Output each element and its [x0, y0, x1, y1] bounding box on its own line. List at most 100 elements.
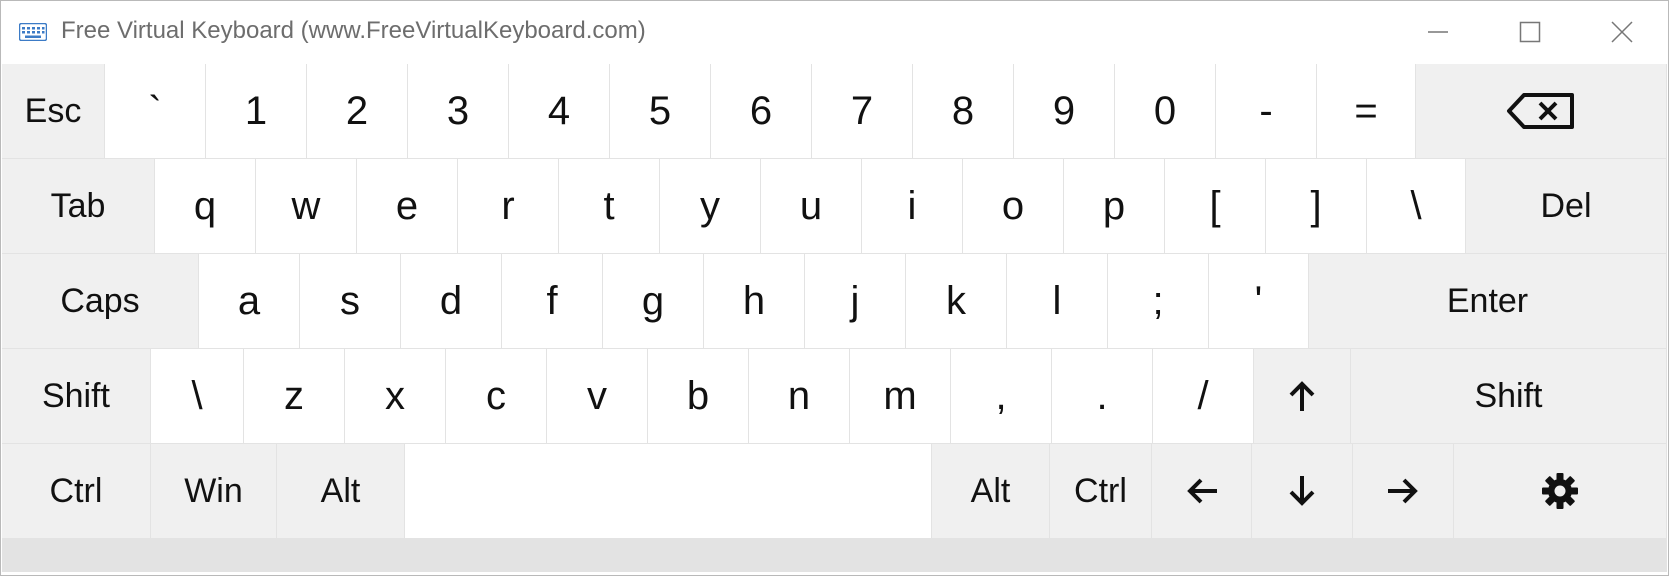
key-o[interactable]: o — [963, 159, 1063, 253]
key-right-bracket[interactable]: ] — [1266, 159, 1366, 253]
key-label: 2 — [345, 88, 369, 133]
key-r[interactable]: r — [458, 159, 558, 253]
close-button[interactable] — [1576, 1, 1668, 63]
key-m[interactable]: m — [850, 349, 950, 443]
key-ctrl[interactable]: Ctrl — [1050, 444, 1151, 538]
key-label: 1 — [244, 88, 268, 133]
key-caps[interactable]: Caps — [2, 254, 198, 348]
key-f[interactable]: f — [502, 254, 602, 348]
key-esc[interactable]: Esc — [2, 64, 104, 158]
arrow-up-key[interactable] — [1254, 349, 1350, 443]
minimize-icon — [1428, 31, 1448, 33]
key-s[interactable]: s — [300, 254, 400, 348]
key-label: k — [946, 278, 966, 323]
key-label: q — [193, 183, 217, 228]
key-backtick[interactable]: ` — [105, 64, 205, 158]
key-label: Ctrl — [49, 471, 103, 510]
key-x[interactable]: x — [345, 349, 445, 443]
key-enter[interactable]: Enter — [1309, 254, 1666, 348]
key-label: / — [1197, 373, 1209, 418]
backspace-icon — [1506, 92, 1576, 130]
key-g[interactable]: g — [603, 254, 703, 348]
key-label: ; — [1152, 278, 1164, 323]
key-equals[interactable]: = — [1317, 64, 1415, 158]
key-l[interactable]: l — [1007, 254, 1107, 348]
backspace-key[interactable] — [1416, 64, 1666, 158]
key-label: Win — [184, 471, 243, 510]
key-z[interactable]: z — [244, 349, 344, 443]
key-label: Enter — [1446, 281, 1529, 320]
key-label: Shift — [41, 376, 111, 415]
key-p[interactable]: p — [1064, 159, 1164, 253]
key-8[interactable]: 8 — [913, 64, 1013, 158]
key-j[interactable]: j — [805, 254, 905, 348]
key-a[interactable]: a — [199, 254, 299, 348]
key-label: Tab — [50, 186, 106, 225]
key-win[interactable]: Win — [151, 444, 276, 538]
key-label: Alt — [320, 471, 361, 510]
key-ctrl[interactable]: Ctrl — [2, 444, 150, 538]
key-shift[interactable]: Shift — [2, 349, 150, 443]
key-label: = — [1354, 88, 1378, 133]
key-tab[interactable]: Tab — [2, 159, 154, 253]
key-v[interactable]: v — [547, 349, 647, 443]
key-alt[interactable]: Alt — [932, 444, 1049, 538]
key-k[interactable]: k — [906, 254, 1006, 348]
key-d[interactable]: d — [401, 254, 501, 348]
key-label: Ctrl — [1074, 471, 1127, 510]
title-bar[interactable]: Free Virtual Keyboard (www.FreeVirtualKe… — [1, 1, 1668, 63]
key-slash[interactable]: / — [1153, 349, 1253, 443]
key-label: m — [883, 373, 917, 418]
key-1[interactable]: 1 — [206, 64, 306, 158]
key-u[interactable]: u — [761, 159, 861, 253]
key-6[interactable]: 6 — [711, 64, 811, 158]
key-b[interactable]: b — [648, 349, 748, 443]
key-left-bracket[interactable]: [ — [1165, 159, 1265, 253]
key-4[interactable]: 4 — [509, 64, 609, 158]
key-7[interactable]: 7 — [812, 64, 912, 158]
key-5[interactable]: 5 — [610, 64, 710, 158]
key-minus[interactable]: - — [1216, 64, 1316, 158]
key-label: ' — [1254, 278, 1263, 323]
key-label: r — [501, 183, 515, 228]
key-label: Del — [1540, 186, 1592, 225]
space-bar[interactable] — [405, 444, 931, 538]
arrow-right-key[interactable] — [1353, 444, 1453, 538]
gear-key[interactable] — [1454, 444, 1666, 538]
arrow-down-key[interactable] — [1252, 444, 1352, 538]
arrow-up-icon — [1287, 379, 1317, 413]
minimize-button[interactable] — [1392, 1, 1484, 63]
key-label: 3 — [446, 88, 470, 133]
key-t[interactable]: t — [559, 159, 659, 253]
arrow-left-key[interactable] — [1152, 444, 1251, 538]
key-3[interactable]: 3 — [408, 64, 508, 158]
maximize-button[interactable] — [1484, 1, 1576, 63]
key-label: j — [850, 278, 860, 323]
key-h[interactable]: h — [704, 254, 804, 348]
key-alt[interactable]: Alt — [277, 444, 404, 538]
key-shift[interactable]: Shift — [1351, 349, 1666, 443]
key-semicolon[interactable]: ; — [1108, 254, 1208, 348]
key-w[interactable]: w — [256, 159, 356, 253]
key-0[interactable]: 0 — [1115, 64, 1215, 158]
key-c[interactable]: c — [446, 349, 546, 443]
key-label: 0 — [1153, 88, 1177, 133]
key-y[interactable]: y — [660, 159, 760, 253]
key-comma[interactable]: , — [951, 349, 1051, 443]
key-backslash[interactable]: \ — [1367, 159, 1465, 253]
key-i[interactable]: i — [862, 159, 962, 253]
key-backslash[interactable]: \ — [151, 349, 243, 443]
key-period[interactable]: . — [1052, 349, 1152, 443]
key-2[interactable]: 2 — [307, 64, 407, 158]
key-label: l — [1052, 278, 1062, 323]
key-del[interactable]: Del — [1466, 159, 1666, 253]
key-label: Shift — [1474, 376, 1543, 415]
key-q[interactable]: q — [155, 159, 255, 253]
key-n[interactable]: n — [749, 349, 849, 443]
key-label: \ — [191, 373, 203, 418]
key-apostrophe[interactable]: ' — [1209, 254, 1308, 348]
arrow-left-icon — [1185, 476, 1219, 506]
key-e[interactable]: e — [357, 159, 457, 253]
key-9[interactable]: 9 — [1014, 64, 1114, 158]
key-label: ` — [148, 88, 162, 133]
